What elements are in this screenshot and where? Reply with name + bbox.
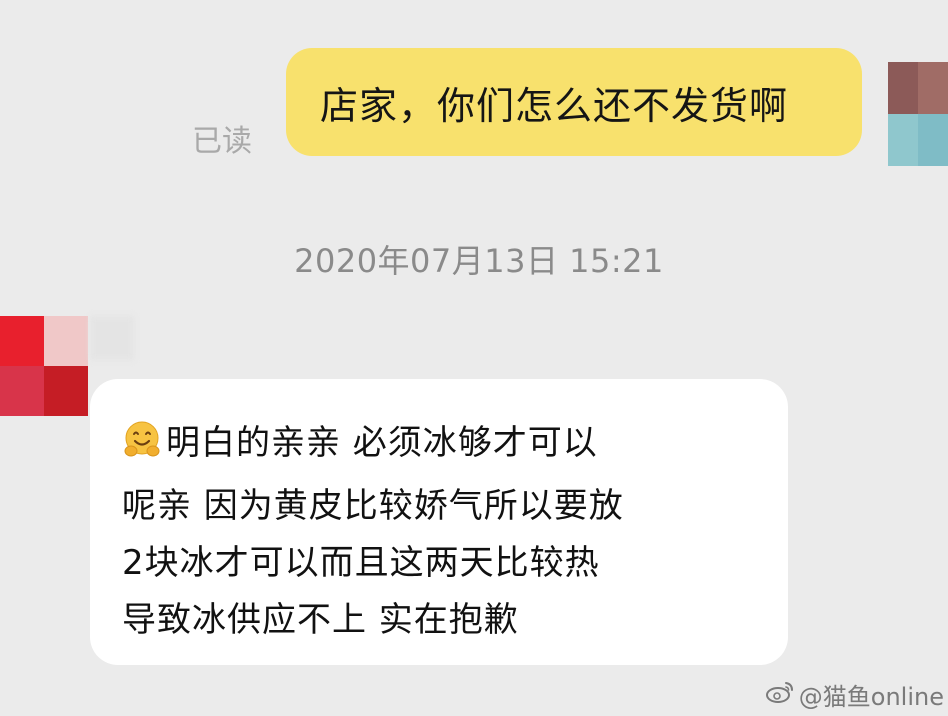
received-message-line-1: 明白的亲亲 必须冰够才可以 bbox=[122, 415, 768, 478]
received-message-line-4: 导致冰供应不上 实在抱歉 bbox=[122, 600, 519, 640]
watermark-text: @猫鱼online bbox=[798, 683, 944, 711]
chat-window: 已读 店家，你们怎么还不发货啊 2020年07月13日 15:21 明白的亲亲 … bbox=[0, 0, 948, 716]
read-status-label: 已读 bbox=[192, 124, 252, 159]
sent-message-bubble[interactable]: 店家，你们怎么还不发货啊 bbox=[286, 48, 862, 156]
received-message-line-3: 2块冰才可以而且这两天比较热 bbox=[122, 543, 600, 583]
weibo-watermark: @猫鱼online bbox=[765, 677, 944, 712]
smiling-hugging-face-icon bbox=[122, 420, 162, 478]
contact-avatar-pixelated[interactable] bbox=[0, 316, 88, 416]
received-message-bubble[interactable]: 明白的亲亲 必须冰够才可以 呢亲 因为黄皮比较娇气所以要放 2块冰才可以而且这两… bbox=[90, 379, 788, 665]
weibo-logo-icon bbox=[765, 680, 795, 710]
self-avatar-pixelated[interactable] bbox=[888, 62, 948, 166]
sent-message-text: 店家，你们怎么还不发货啊 bbox=[320, 83, 789, 128]
contact-name-blurred bbox=[90, 316, 134, 360]
received-message-line-2: 呢亲 因为黄皮比较娇气所以要放 bbox=[122, 486, 624, 526]
message-timestamp: 2020年07月13日 15:21 bbox=[294, 242, 664, 280]
